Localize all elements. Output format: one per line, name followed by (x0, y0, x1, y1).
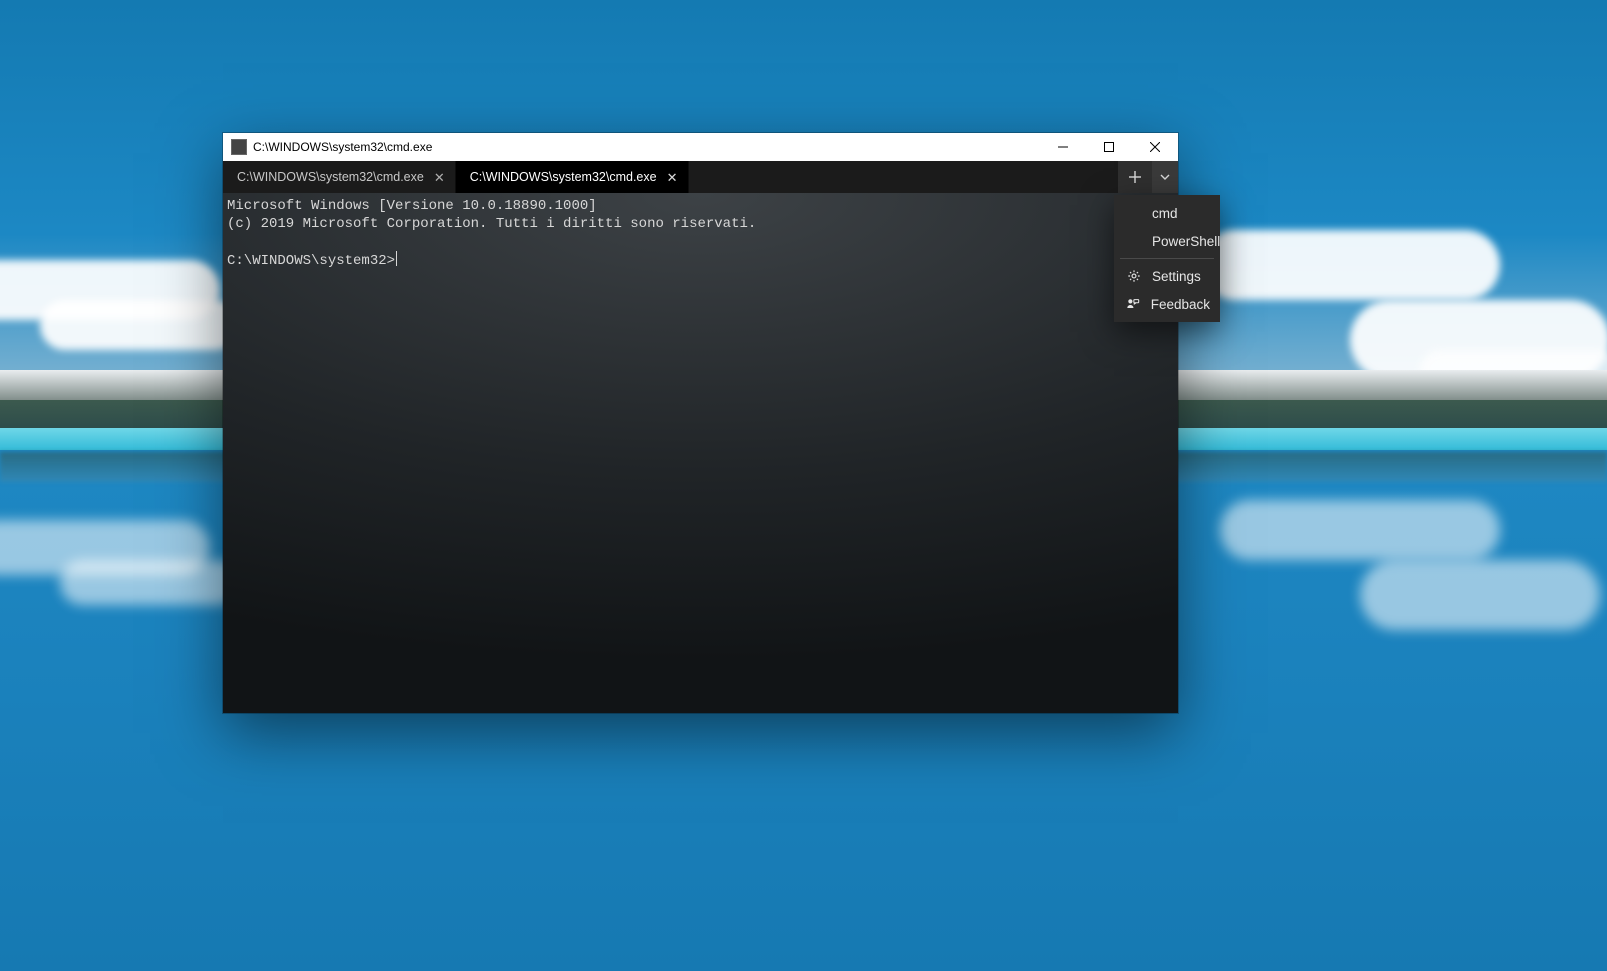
terminal-window: C:\WINDOWS\system32\cmd.exe C:\WINDOWS\s… (223, 133, 1178, 713)
tab-label: C:\WINDOWS\system32\cmd.exe (470, 170, 657, 184)
dropdown-item-label: PowerShell (1152, 234, 1220, 249)
dropdown-item-settings[interactable]: Settings (1114, 262, 1220, 290)
close-tab-icon[interactable]: ✕ (667, 171, 678, 184)
maximize-button[interactable] (1086, 133, 1132, 161)
terminal-line: (c) 2019 Microsoft Corporation. Tutti i … (227, 216, 756, 232)
tab-label: C:\WINDOWS\system32\cmd.exe (237, 170, 424, 184)
tab-dropdown-button[interactable] (1152, 161, 1178, 193)
dropdown-separator (1120, 258, 1214, 259)
app-icon (231, 139, 247, 155)
dropdown-item-label: cmd (1152, 206, 1178, 221)
window-title: C:\WINDOWS\system32\cmd.exe (253, 140, 432, 154)
minimize-button[interactable] (1040, 133, 1086, 161)
gear-icon (1126, 269, 1142, 283)
terminal-output[interactable]: Microsoft Windows [Versione 10.0.18890.1… (223, 193, 1178, 713)
dropdown-item-powershell[interactable]: PowerShell (1114, 227, 1220, 255)
dropdown-item-feedback[interactable]: Feedback (1114, 290, 1220, 318)
tab-0[interactable]: C:\WINDOWS\system32\cmd.exe ✕ (223, 161, 456, 193)
new-tab-dropdown: cmd PowerShell Settings Feedback (1114, 195, 1220, 322)
tab-1[interactable]: C:\WINDOWS\system32\cmd.exe ✕ (456, 161, 689, 193)
terminal-prompt: C:\WINDOWS\system32> (227, 253, 395, 269)
dropdown-item-label: Settings (1152, 269, 1201, 284)
new-tab-button[interactable] (1118, 161, 1152, 193)
terminal-cursor (396, 251, 397, 266)
tab-bar: C:\WINDOWS\system32\cmd.exe ✕ C:\WINDOWS… (223, 161, 1178, 193)
window-titlebar[interactable]: C:\WINDOWS\system32\cmd.exe (223, 133, 1178, 161)
close-tab-icon[interactable]: ✕ (434, 171, 445, 184)
dropdown-item-label: Feedback (1151, 297, 1210, 312)
dropdown-item-cmd[interactable]: cmd (1114, 199, 1220, 227)
terminal-line: Microsoft Windows [Versione 10.0.18890.1… (227, 198, 597, 214)
close-button[interactable] (1132, 133, 1178, 161)
feedback-icon (1126, 297, 1141, 311)
